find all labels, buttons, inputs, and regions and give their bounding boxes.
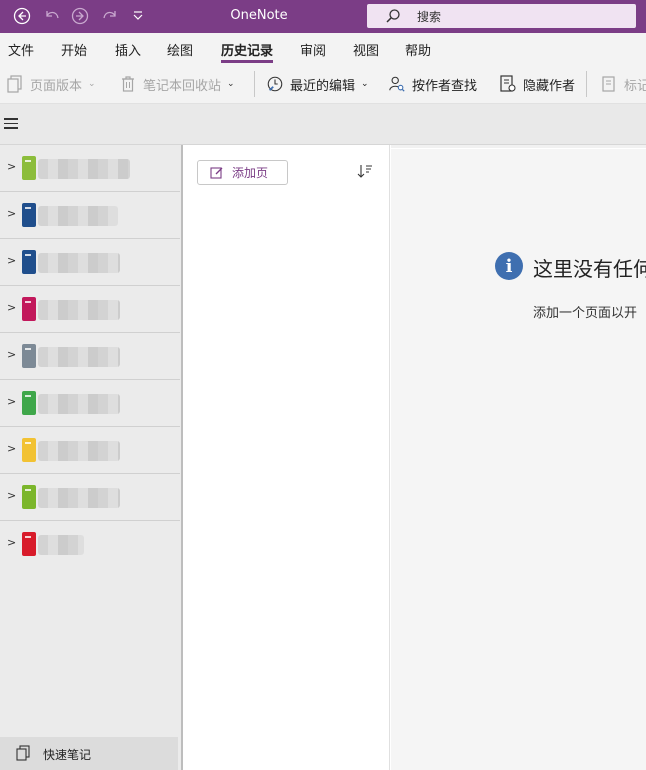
- notebook-icon: [22, 438, 36, 462]
- notebook-name-redacted: [38, 488, 120, 508]
- recent-edits-label: 最近的编辑: [290, 78, 356, 94]
- page-canvas[interactable]: i 这里没有任何 添加一个页面以开: [391, 148, 646, 770]
- notebook-icon: [22, 391, 36, 415]
- chevron-right-icon[interactable]: >: [7, 489, 16, 502]
- search-placeholder: 搜索: [417, 10, 442, 24]
- search-box[interactable]: 搜索: [367, 4, 636, 28]
- notebook-item[interactable]: >: [0, 474, 180, 521]
- notebook-icon: [22, 297, 36, 321]
- recycle-bin-label: 笔记本回收站: [143, 78, 222, 94]
- mark-read-button[interactable]: 标记: [600, 73, 646, 95]
- ribbon: 页面版本 ⌄ 笔记本回收站 ⌄ 最近的编辑 ⌄ 按作者查找 隐藏作者 标记: [0, 63, 646, 104]
- chevron-right-icon[interactable]: >: [7, 207, 16, 220]
- new-page-icon: [210, 166, 224, 180]
- sort-icon[interactable]: [357, 163, 373, 183]
- chevron-right-icon[interactable]: >: [7, 301, 16, 314]
- ribbon-divider: [254, 71, 255, 97]
- notebook-name-redacted: [38, 535, 84, 555]
- notebook-item[interactable]: >: [0, 380, 180, 427]
- chevron-down-icon: ⌄: [227, 79, 235, 89]
- tab-home[interactable]: 开始: [61, 40, 87, 59]
- notebook-item[interactable]: >: [0, 192, 180, 239]
- person-search-icon: [388, 74, 406, 94]
- hamburger-menu-icon[interactable]: [4, 118, 18, 130]
- notebook-icon: [22, 203, 36, 227]
- quick-notes-button[interactable]: 快速笔记: [0, 737, 178, 770]
- hide-authors-button[interactable]: 隐藏作者: [499, 73, 575, 95]
- title-bar: OneNote 搜索: [0, 0, 646, 33]
- find-by-author-label: 按作者查找: [412, 78, 478, 94]
- find-by-author-button[interactable]: 按作者查找: [388, 73, 477, 95]
- tab-insert[interactable]: 插入: [115, 40, 141, 59]
- chevron-right-icon[interactable]: >: [7, 254, 16, 267]
- page-canvas-area: i 这里没有任何 添加一个页面以开: [391, 145, 646, 770]
- tab-draw[interactable]: 绘图: [167, 40, 193, 59]
- notebook-icon: [22, 156, 36, 180]
- notebook-name-redacted: [38, 394, 120, 414]
- hide-authors-icon: [499, 74, 517, 94]
- menu-bar: 文件 开始 插入 绘图 历史记录 审阅 视图 帮助: [0, 33, 646, 63]
- add-page-button[interactable]: 添加页: [197, 160, 288, 185]
- search-icon: [385, 8, 401, 28]
- tab-view[interactable]: 视图: [353, 40, 379, 59]
- tab-help[interactable]: 帮助: [405, 40, 431, 59]
- chevron-down-icon: ⌄: [88, 79, 96, 89]
- trash-icon: [119, 74, 137, 94]
- ribbon-divider: [586, 71, 587, 97]
- notebook-item[interactable]: >: [0, 333, 180, 380]
- navigation-strip: [0, 104, 646, 145]
- recent-edits-button[interactable]: 最近的编辑 ⌄: [266, 73, 369, 95]
- notebook-name-redacted: [38, 206, 118, 226]
- notebook-name-redacted: [38, 253, 120, 273]
- empty-state-title: 这里没有任何: [533, 257, 646, 281]
- info-icon: i: [495, 252, 523, 280]
- notebook-name-redacted: [38, 300, 120, 320]
- notebook-item[interactable]: >: [0, 145, 180, 192]
- hide-authors-label: 隐藏作者: [523, 78, 576, 94]
- notebook-icon: [22, 485, 36, 509]
- tab-history[interactable]: 历史记录: [221, 40, 273, 59]
- tab-review[interactable]: 审阅: [300, 40, 326, 59]
- notebook-icon: [22, 532, 36, 556]
- notebook-name-redacted: [38, 159, 130, 179]
- chevron-right-icon[interactable]: >: [7, 395, 16, 408]
- notebook-recycle-bin-button[interactable]: 笔记本回收站 ⌄: [119, 73, 235, 95]
- quick-notes-label: 快速笔记: [43, 748, 92, 762]
- notebook-name-redacted: [38, 347, 120, 367]
- page-versions-button[interactable]: 页面版本 ⌄: [6, 73, 96, 95]
- notebook-item[interactable]: >: [0, 427, 180, 474]
- notebook-name-redacted: [38, 441, 120, 461]
- notebook-icon: [22, 344, 36, 368]
- page-mark-icon: [600, 74, 618, 94]
- mark-read-label: 标记: [624, 78, 646, 94]
- chevron-right-icon[interactable]: >: [7, 348, 16, 361]
- notebook-item[interactable]: >: [0, 239, 180, 286]
- page-versions-icon: [6, 74, 24, 94]
- chevron-right-icon[interactable]: >: [7, 442, 16, 455]
- notebook-item[interactable]: >: [0, 521, 180, 568]
- tab-file[interactable]: 文件: [8, 40, 34, 59]
- chevron-down-icon: ⌄: [361, 79, 369, 89]
- empty-state-subtitle: 添加一个页面以开: [533, 306, 638, 321]
- clock-edit-icon: [266, 74, 284, 94]
- page-versions-label: 页面版本: [30, 78, 83, 94]
- add-page-label: 添加页: [232, 166, 269, 180]
- chevron-right-icon[interactable]: >: [7, 160, 16, 173]
- notebook-item[interactable]: >: [0, 286, 180, 333]
- notebook-icon: [22, 250, 36, 274]
- notebook-list: > > > > > > > > > 快速笔记: [0, 145, 183, 770]
- quick-notes-icon: [16, 745, 30, 765]
- page-list: 添加页: [185, 145, 390, 770]
- chevron-right-icon[interactable]: >: [7, 536, 16, 549]
